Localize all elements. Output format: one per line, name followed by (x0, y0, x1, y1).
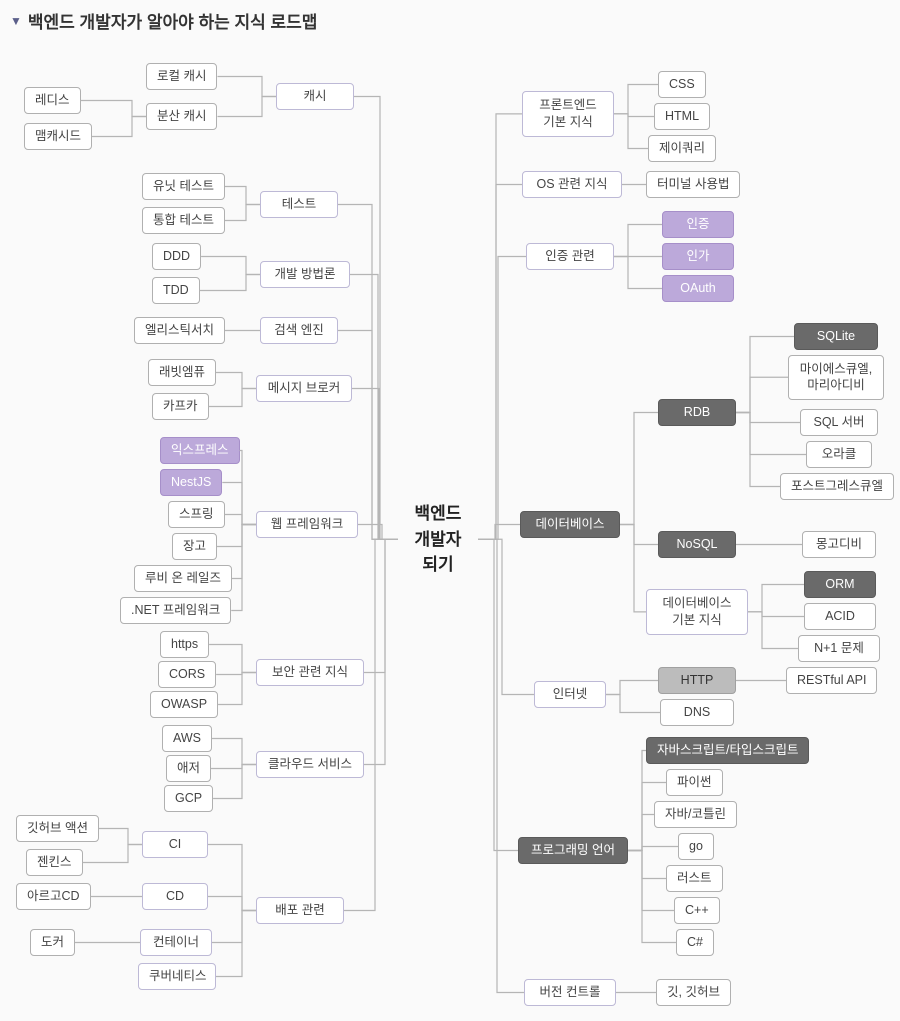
leaf-elastic: 엘리스틱서치 (134, 317, 225, 344)
page-title: 백엔드 개발자가 알아야 하는 지식 로드맵 (28, 8, 318, 33)
mid-container: 컨테이너 (140, 929, 212, 956)
leaf-azure: 애저 (166, 755, 211, 782)
leaf-jquery: 제이쿼리 (648, 135, 716, 162)
leaf-jenkins: 젠킨스 (26, 849, 83, 876)
mid-sec: 보안 관련 지식 (256, 659, 364, 686)
leaf-nestjs: NestJS (160, 469, 222, 496)
mid-test: 테스트 (260, 191, 338, 218)
leaf-jsts: 자바스크립트/타입스크립트 (646, 737, 809, 764)
leaf-dist-cache: 분산 캐시 (146, 103, 217, 130)
leaf-dotnet: .NET 프레임워크 (120, 597, 231, 624)
leaf-integ-test: 통합 테스트 (142, 207, 225, 234)
leaf-sqlite: SQLite (794, 323, 878, 350)
leaf-mysql: 마이에스큐엘,마리아디비 (788, 355, 884, 400)
leaf-gcp: GCP (164, 785, 213, 812)
mid-k8s: 쿠버네티스 (138, 963, 216, 990)
leaf-authn: 인증 (662, 211, 734, 238)
leaf-spring: 스프링 (168, 501, 225, 528)
mid-rdb: RDB (658, 399, 736, 426)
leaf-dns: DNS (660, 699, 734, 726)
leaf-orm: ORM (804, 571, 876, 598)
leaf-html: HTML (654, 103, 710, 130)
leaf-kafka: 카프카 (152, 393, 209, 420)
leaf-cors: CORS (158, 661, 216, 688)
leaf-mssql: SQL 서버 (800, 409, 878, 436)
leaf-postgres: 포스트그레스큐엘 (780, 473, 894, 500)
mid-auth: 인증 관련 (526, 243, 614, 270)
leaf-django: 장고 (172, 533, 217, 560)
mid-cache: 캐시 (276, 83, 354, 110)
leaf-redis: 레디스 (24, 87, 81, 114)
leaf-rabbit: 래빗엠퓨 (148, 359, 216, 386)
mid-deploy: 배포 관련 (256, 897, 344, 924)
mid-search: 검색 엔진 (260, 317, 338, 344)
leaf-cs: C# (676, 929, 714, 956)
mid-cloud: 클라우드 서비스 (256, 751, 364, 778)
leaf-terminal: 터미널 사용법 (646, 171, 740, 198)
leaf-oracle: 오라클 (806, 441, 872, 468)
leaf-css: CSS (658, 71, 706, 98)
leaf-http: HTTP (658, 667, 736, 694)
leaf-rust: 러스트 (666, 865, 723, 892)
leaf-tdd: TDD (152, 277, 200, 304)
roadmap-diagram: 백엔드개발자되기 캐시 테스트 개발 방법론 검색 엔진 메시지 브로커 웹 프… (10, 41, 890, 1001)
mid-os: OS 관련 지식 (522, 171, 622, 198)
leaf-https: https (160, 631, 209, 658)
mid-web: 웹 프레임워크 (256, 511, 358, 538)
leaf-authz: 인가 (662, 243, 734, 270)
leaf-go: go (678, 833, 714, 860)
leaf-owasp: OWASP (150, 691, 218, 718)
mid-db: 데이터베이스 (520, 511, 620, 538)
leaf-express: 익스프레스 (160, 437, 240, 464)
collapse-triangle-icon: ▼ (10, 14, 22, 28)
leaf-rest: RESTful API (786, 667, 877, 694)
center-node: 백엔드개발자되기 (398, 496, 478, 583)
leaf-git: 깃, 깃허브 (656, 979, 731, 1006)
mid-ci: CI (142, 831, 208, 858)
mid-lang: 프로그래밍 언어 (518, 837, 628, 864)
leaf-ror: 루비 온 레일즈 (134, 565, 232, 592)
mid-vcs: 버전 컨트롤 (524, 979, 616, 1006)
leaf-n1: N+1 문제 (798, 635, 880, 662)
leaf-ddd: DDD (152, 243, 201, 270)
leaf-mongo: 몽고디비 (802, 531, 876, 558)
leaf-local-cache: 로컬 캐시 (146, 63, 217, 90)
leaf-py: 파이썬 (666, 769, 723, 796)
mid-mq: 메시지 브로커 (256, 375, 352, 402)
mid-inet: 인터넷 (534, 681, 606, 708)
leaf-oauth: OAuth (662, 275, 734, 302)
mid-cd: CD (142, 883, 208, 910)
mid-fe: 프론트엔드기본 지식 (522, 91, 614, 137)
leaf-argo: 아르고CD (16, 883, 91, 910)
leaf-docker: 도커 (30, 929, 75, 956)
leaf-acid: ACID (804, 603, 876, 630)
leaf-cpp: C++ (674, 897, 720, 924)
mid-nosql: NoSQL (658, 531, 736, 558)
leaf-memcached: 맴캐시드 (24, 123, 92, 150)
leaf-java: 자바/코틀린 (654, 801, 737, 828)
leaf-gha: 깃허브 액션 (16, 815, 99, 842)
leaf-aws: AWS (162, 725, 212, 752)
mid-db-basic: 데이터베이스기본 지식 (646, 589, 748, 635)
mid-method: 개발 방법론 (260, 261, 350, 288)
leaf-unit-test: 유닛 테스트 (142, 173, 225, 200)
